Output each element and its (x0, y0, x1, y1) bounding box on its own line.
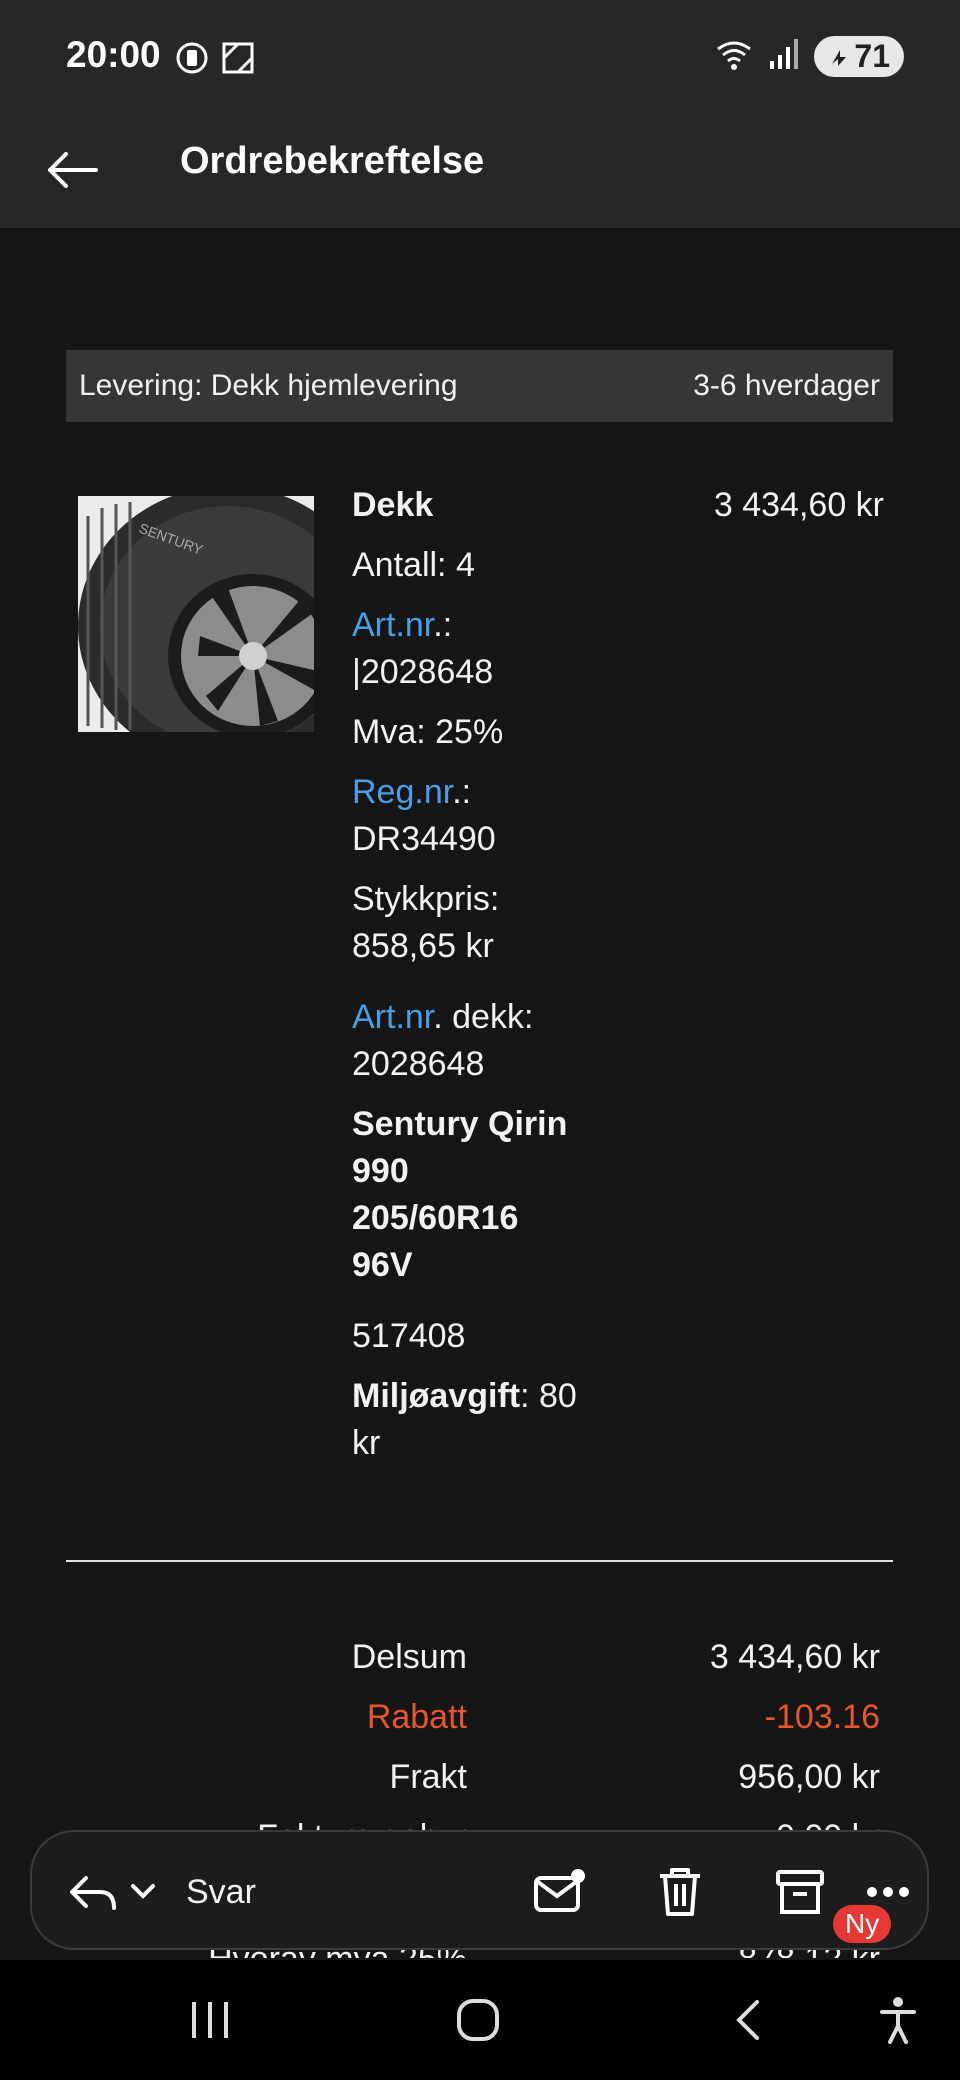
artnr-link[interactable]: Art.nr (352, 606, 433, 644)
shipping-row: Frakt 956,00 kr (389, 1758, 880, 1796)
wifi-icon (714, 37, 754, 76)
accessibility-button[interactable] (858, 1990, 938, 2050)
eco-fee: Miljøavgift: 80 kr (352, 1377, 577, 1462)
reply-label: Svar (186, 1872, 256, 1911)
reply-button[interactable]: Svar (68, 1860, 256, 1924)
regnr-link[interactable]: Reg.nr (352, 773, 452, 811)
product-details: Dekk Antall: 4 Art.nr.: |2028648 Mva: 25… (352, 482, 592, 1480)
archive-icon (776, 1870, 824, 1914)
arrow-left-icon (48, 152, 98, 188)
delivery-label: Levering: Dekk hjemlevering (79, 369, 458, 402)
back-nav-button[interactable] (708, 1990, 788, 2050)
home-icon (457, 1999, 499, 2041)
product-code: 517408 (352, 1317, 466, 1355)
artnr-tire-link[interactable]: Art.nr (352, 998, 433, 1036)
battery-level: 71 (854, 38, 890, 74)
home-button[interactable] (438, 1990, 518, 2050)
archive-button[interactable] (768, 1860, 832, 1924)
more-icon (867, 1887, 909, 1897)
subtotal-row: Delsum 3 434,60 kr (351, 1638, 880, 1676)
delivery-banner: Levering: Dekk hjemlevering 3-6 hverdage… (66, 350, 893, 422)
battery-icon: 71 (814, 36, 904, 77)
regnr-value: DR34490 (352, 820, 496, 858)
trash-icon (660, 1868, 700, 1916)
registration-number: Reg.nr.: DR34490 (352, 773, 496, 858)
clock: 20:00 (66, 34, 161, 75)
back-button[interactable] (40, 138, 104, 202)
page-title: Ordrebekreftelse (180, 140, 485, 182)
system-nav-bar (0, 1960, 960, 2080)
product-vat: Mva: 25% (352, 713, 504, 751)
email-body[interactable]: Levering: Dekk hjemlevering 3-6 hverdage… (0, 228, 960, 1958)
status-bar: 20:00 71 (0, 0, 960, 110)
product-name: Dekk (352, 486, 434, 524)
chevron-left-icon (736, 2000, 759, 2040)
mail-unread-icon (534, 1869, 585, 1912)
new-badge: Ny (833, 1905, 892, 1943)
product-quantity: Antall: 4 (352, 546, 475, 584)
line-total: 3 434,60 kr (713, 486, 884, 524)
sync-icon (174, 40, 210, 81)
unit-price-value: 858,65 kr (352, 927, 494, 965)
divider (66, 1560, 893, 1562)
mark-unread-button[interactable] (528, 1860, 592, 1924)
tire-model: Sentury Qirin 990 205/60R16 96V (352, 1105, 568, 1284)
recents-button[interactable] (170, 1990, 250, 2050)
delivery-time: 3-6 hverdager (693, 369, 880, 402)
reply-icon (70, 1876, 116, 1910)
tire-image: SENTURY (78, 496, 314, 732)
unit-price: Stykkpris: 858,65 kr (352, 880, 500, 965)
artnr-tire-value: 2028648 (352, 1045, 485, 1083)
article-number: Art.nr.: |2028648 (352, 606, 494, 691)
chevron-down-icon (131, 1884, 155, 1899)
delete-button[interactable] (648, 1860, 712, 1924)
recents-icon (192, 2002, 228, 2038)
accessibility-icon (880, 1997, 916, 2044)
tire-article-number: Art.nr. dekk: 2028648 (352, 998, 534, 1083)
email-action-bar: Svar (30, 1830, 929, 1950)
app-bar: Ordrebekreftelse (0, 110, 960, 228)
image-icon (220, 40, 256, 81)
signal-icon (766, 37, 802, 76)
discount-row: Rabatt -103.16 (366, 1698, 880, 1736)
artnr-value: |2028648 (352, 653, 494, 691)
